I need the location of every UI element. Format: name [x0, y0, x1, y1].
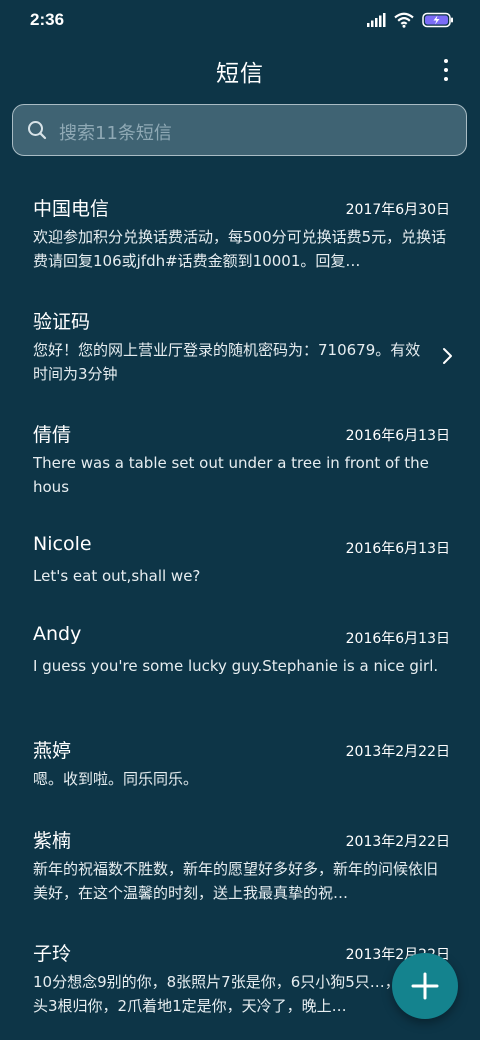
message-preview: I guess you're some lucky guy.Stephanie … [33, 657, 439, 675]
message-item[interactable]: 中国电信 2017年6月30日 欢迎参加积分兑换话费活动，每500分可兑换话费5… [0, 170, 480, 282]
wifi-icon [394, 12, 414, 28]
message-preview: 新年的祝福数不胜数，新年的愿望好多好多，新年的问候依旧美好，在这个温馨的时刻，送… [33, 860, 439, 902]
message-item[interactable]: 验证码 您好！您的网上营业厅登录的随机密码为：710679。有效时间为3分钟 [0, 283, 480, 395]
more-dot [444, 68, 448, 72]
message-sender: Nicole [33, 533, 92, 555]
more-options-button[interactable] [436, 56, 456, 84]
page-title: 短信 [216, 61, 264, 87]
search-icon [28, 121, 47, 140]
message-date: 2013年2月22日 [345, 834, 450, 850]
message-preview: Let's eat out,shall we? [33, 567, 201, 585]
battery-charging-icon [422, 12, 453, 28]
signal-icon [367, 13, 386, 27]
message-sender: 倩倩 [33, 424, 72, 446]
message-preview: There was a table set out under a tree i… [33, 454, 429, 496]
message-sender: 燕婷 [33, 740, 72, 762]
message-preview: 您好！您的网上营业厅登录的随机密码为：710679。有效时间为3分钟 [33, 341, 421, 383]
message-preview: 10分想念9别的你，8张照片7张是你，6只小狗5只…，4根骨头3根归你，2爪着地… [33, 973, 440, 1015]
status-icons [366, 12, 454, 28]
message-item[interactable]: Andy 2016年6月13日 I guess you're some luck… [0, 599, 480, 711]
message-date: 2017年6月30日 [345, 202, 450, 218]
more-dot [444, 77, 448, 81]
message-date: 2013年2月22日 [345, 744, 450, 760]
message-item[interactable]: 紫楠 2013年2月22日 新年的祝福数不胜数，新年的愿望好多好多，新年的问候依… [0, 802, 480, 914]
message-preview: 欢迎参加积分兑换话费活动，每500分可兑换话费5元，兑换话费请回复106或jfd… [33, 228, 447, 270]
status-bar: 2:36 [0, 0, 480, 44]
message-preview: 嗯。收到啦。同乐同乐。 [33, 770, 199, 788]
message-date: 2016年6月13日 [345, 428, 450, 444]
message-item[interactable]: Nicole 2016年6月13日 Let's eat out,shall we… [0, 509, 480, 599]
message-sender: Andy [33, 623, 82, 645]
message-sender: 验证码 [33, 311, 91, 333]
message-item[interactable]: 燕婷 2013年2月22日 嗯。收到啦。同乐同乐。 [0, 712, 480, 802]
message-sender: 子玲 [33, 943, 72, 965]
new-message-button[interactable] [392, 953, 458, 1019]
chevron-right-icon [443, 348, 452, 364]
message-date: 2016年6月13日 [345, 541, 450, 557]
message-sender: 紫楠 [33, 830, 72, 852]
more-vertical-icon [444, 59, 448, 63]
message-item[interactable]: 倩倩 2016年6月13日 There was a table set out … [0, 396, 480, 508]
app-header: 短信 [0, 44, 480, 98]
status-time: 2:36 [30, 10, 65, 29]
search-placeholder: 搜索11条短信 [59, 123, 172, 144]
message-date: 2016年6月13日 [345, 631, 450, 647]
search-input[interactable]: 搜索11条短信 [12, 104, 467, 156]
plus-icon [411, 972, 439, 1000]
message-sender: 中国电信 [33, 198, 110, 220]
